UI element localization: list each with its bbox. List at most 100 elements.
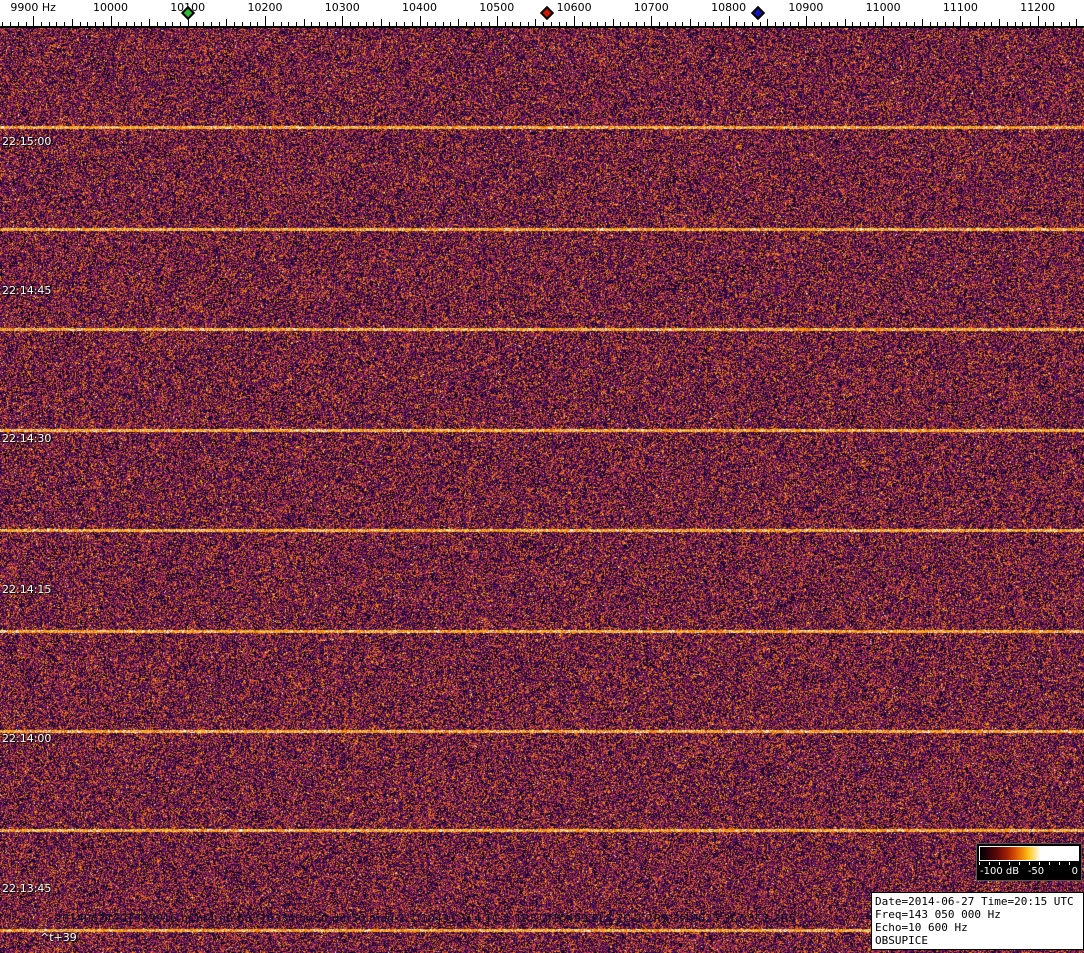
ruler-tick <box>543 22 544 26</box>
ruler-frequency-label: 11100 <box>943 1 978 14</box>
ruler-tick <box>327 22 328 26</box>
ruler-tick <box>559 22 560 26</box>
ruler-tick <box>528 22 529 26</box>
ruler-tick <box>80 22 81 26</box>
detection-info-text: 20140627201339916 hCnt4 nb-68 f10334 hit… <box>55 912 796 925</box>
ruler-tick <box>412 22 413 26</box>
ruler-tick <box>427 22 428 26</box>
ruler-tick <box>798 22 799 26</box>
ruler-tick <box>767 19 768 26</box>
ruler-tick <box>806 16 807 26</box>
ruler-frequency-label: 11200 <box>1020 1 1055 14</box>
db-scale-legend: -100 dB -50 0 <box>976 843 1082 881</box>
ruler-tick <box>736 22 737 26</box>
ruler-tick <box>335 22 336 26</box>
ruler-tick <box>281 22 282 26</box>
ruler-tick <box>675 22 676 26</box>
ruler-tick <box>49 22 50 26</box>
ruler-tick <box>126 22 127 26</box>
ruler-tick <box>729 16 730 26</box>
ruler-tick <box>667 22 668 26</box>
ruler-tick <box>520 22 521 26</box>
ruler-tick <box>644 22 645 26</box>
ruler-tick <box>273 22 274 26</box>
blue-frequency-marker[interactable] <box>751 6 765 20</box>
ruler-tick <box>141 22 142 26</box>
status-info-box: Date=2014-06-27 Time=20:15 UTC Freq=143 … <box>871 892 1084 950</box>
info-freq-line: Freq=143 050 000 Hz <box>875 908 1080 921</box>
ruler-tick <box>814 22 815 26</box>
ruler-tick <box>87 22 88 26</box>
spectrogram-canvas[interactable] <box>0 28 1084 953</box>
time-label: 22:14:45 <box>2 284 51 297</box>
ruler-tick <box>868 22 869 26</box>
ruler-tick <box>535 19 536 26</box>
ruler-tick <box>381 19 382 26</box>
ruler-tick <box>829 22 830 26</box>
ruler-tick <box>489 22 490 26</box>
ruler-tick <box>752 22 753 26</box>
ruler-tick <box>64 22 65 26</box>
red-frequency-marker[interactable] <box>540 6 554 20</box>
ruler-tick <box>991 22 992 26</box>
ruler-tick <box>906 22 907 26</box>
ruler-tick <box>366 22 367 26</box>
ruler-tick <box>512 22 513 26</box>
ruler-tick <box>744 22 745 26</box>
info-date-line: Date=2014-06-27 Time=20:15 UTC <box>875 895 1080 908</box>
ruler-tick <box>860 22 861 26</box>
ruler-tick <box>474 22 475 26</box>
ruler-tick <box>196 22 197 26</box>
ruler-tick <box>420 16 421 26</box>
ruler-tick <box>443 22 444 26</box>
ruler-tick <box>760 22 761 26</box>
legend-labels: -100 dB -50 0 <box>979 865 1079 878</box>
ruler-tick <box>960 16 961 26</box>
ruler-tick <box>149 19 150 26</box>
ruler-tick <box>458 19 459 26</box>
time-cursor-label: ^t+39 <box>40 931 77 944</box>
ruler-tick <box>72 19 73 26</box>
ruler-tick <box>1038 16 1039 26</box>
ruler-tick <box>466 22 467 26</box>
ruler-tick <box>250 22 251 26</box>
time-label: 22:14:00 <box>2 732 51 745</box>
ruler-tick <box>481 22 482 26</box>
ruler-tick <box>342 16 343 26</box>
ruler-tick <box>111 16 112 26</box>
ruler-tick <box>505 22 506 26</box>
ruler-tick <box>582 22 583 26</box>
ruler-tick <box>930 22 931 26</box>
ruler-tick <box>450 22 451 26</box>
ruler-tick <box>914 22 915 26</box>
ruler-tick <box>33 16 34 26</box>
ruler-tick <box>134 22 135 26</box>
ruler-tick <box>891 22 892 26</box>
ruler-tick <box>41 22 42 26</box>
colormap-gradient-bar <box>979 846 1079 861</box>
legend-min-label: -100 dB <box>980 866 1019 877</box>
ruler-tick <box>304 19 305 26</box>
ruler-tick <box>311 22 312 26</box>
frequency-ruler[interactable]: 9900 Hz100001010010200103001040010500106… <box>0 0 1084 28</box>
ruler-tick <box>845 19 846 26</box>
ruler-tick <box>883 16 884 26</box>
ruler-tick <box>968 22 969 26</box>
ruler-tick <box>211 22 212 26</box>
ruler-tick <box>984 22 985 26</box>
ruler-tick <box>203 22 204 26</box>
ruler-tick <box>95 22 96 26</box>
ruler-frequency-label: 10200 <box>248 1 283 14</box>
ruler-tick <box>373 22 374 26</box>
ruler-tick <box>1053 22 1054 26</box>
ruler-tick <box>18 22 19 26</box>
ruler-tick <box>783 22 784 26</box>
ruler-tick <box>10 22 11 26</box>
ruler-tick <box>257 22 258 26</box>
ruler-tick <box>1007 22 1008 26</box>
ruler-frequency-label: 11000 <box>866 1 901 14</box>
ruler-frequency-label: 10500 <box>479 1 514 14</box>
ruler-tick <box>1076 19 1077 26</box>
time-label: 22:13:45 <box>2 882 51 895</box>
ruler-tick <box>103 22 104 26</box>
